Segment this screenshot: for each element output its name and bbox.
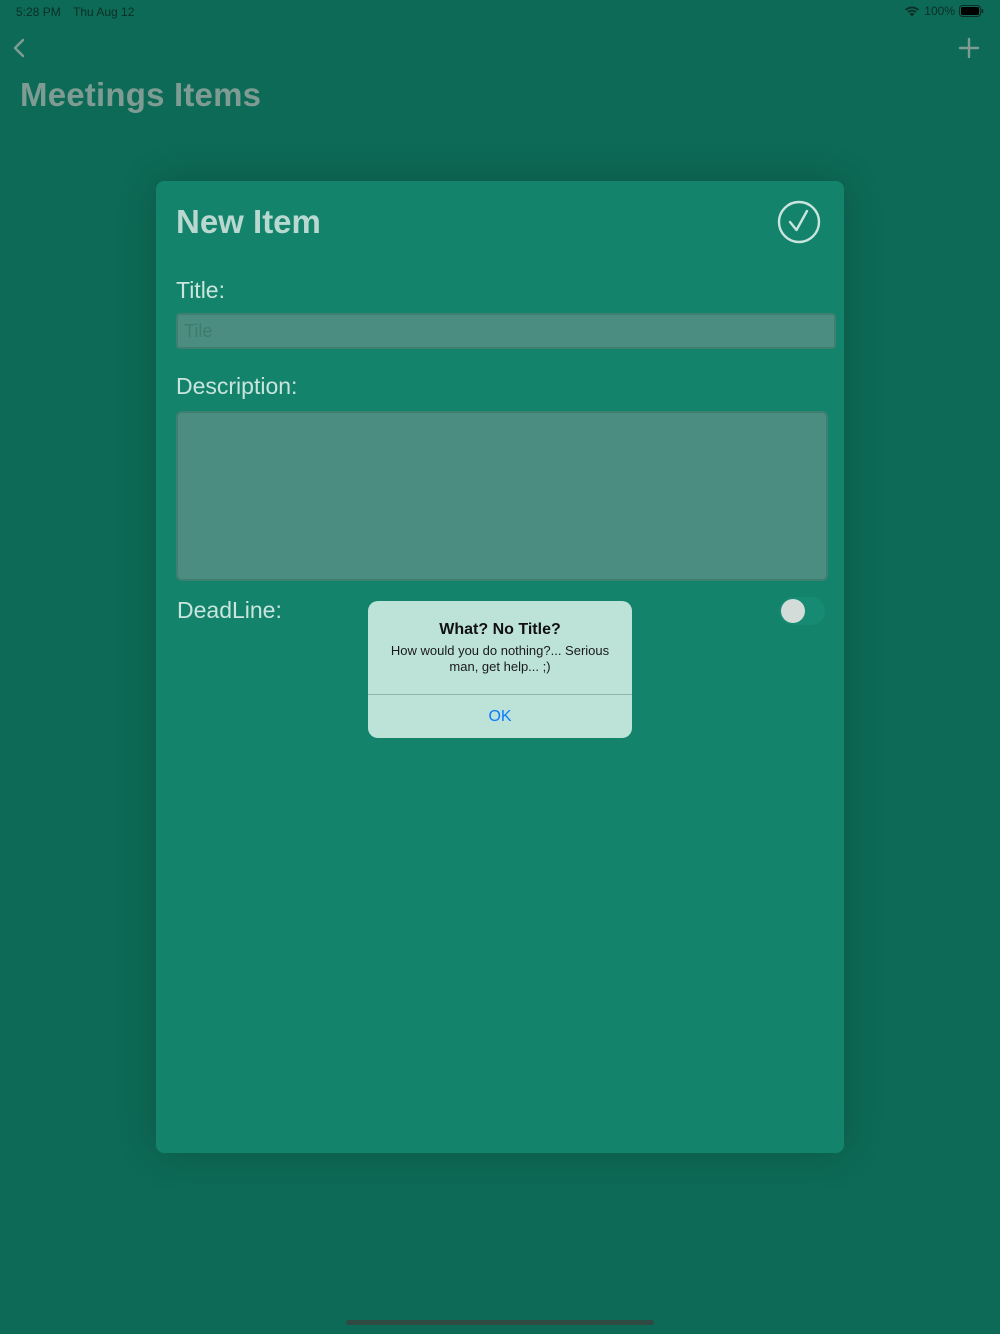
alert-ok-button[interactable]: OK	[368, 695, 632, 738]
alert-dialog: What? No Title? How would you do nothing…	[368, 601, 632, 738]
battery-icon	[959, 5, 984, 17]
description-label: Description:	[176, 373, 298, 399]
status-time: 5:28 PM	[16, 5, 61, 19]
deadline-label: DeadLine:	[177, 597, 282, 623]
sheet-title: New Item	[176, 203, 321, 240]
home-indicator	[346, 1320, 654, 1325]
confirm-button[interactable]	[777, 200, 821, 244]
status-right: 100%	[904, 4, 984, 18]
status-date: Thu Aug 12	[73, 5, 135, 19]
description-input[interactable]	[176, 411, 828, 581]
battery-percent: 100%	[924, 4, 955, 18]
wifi-icon	[905, 6, 920, 17]
alert-message: How would you do nothing?... Serious man…	[390, 643, 610, 674]
toggle-knob	[781, 599, 805, 623]
title-label: Title:	[176, 277, 225, 303]
title-input[interactable]	[176, 313, 836, 349]
page-title: Meetings Items	[20, 76, 262, 113]
deadline-toggle[interactable]	[779, 597, 825, 625]
alert-title: What? No Title?	[439, 621, 561, 638]
back-button[interactable]	[8, 34, 32, 62]
status-bar: 5:28 PM Thu Aug 12 100%	[0, 0, 1000, 24]
screen: 5:28 PM Thu Aug 12 100% Meetings Items N…	[0, 0, 1000, 1334]
add-button[interactable]	[958, 36, 980, 60]
